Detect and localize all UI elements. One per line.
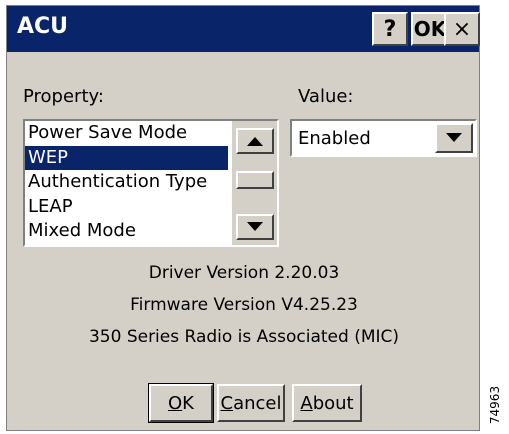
ok-button[interactable]: OK bbox=[148, 383, 214, 423]
cancel-label-rest: ancel bbox=[233, 392, 282, 414]
ok-label-rest: K bbox=[182, 392, 194, 414]
scroll-up-button[interactable] bbox=[236, 128, 274, 154]
list-item-wep[interactable]: WEP bbox=[25, 145, 228, 170]
value-dropdown[interactable]: Enabled bbox=[290, 119, 477, 157]
list-item-authentication-type[interactable]: Authentication Type bbox=[25, 170, 230, 195]
about-mnemonic: A bbox=[300, 392, 313, 414]
property-list: Power Save Mode WEP Authentication Type … bbox=[25, 121, 230, 245]
scroll-thumb[interactable] bbox=[236, 171, 274, 189]
cancel-button[interactable]: Cancel bbox=[217, 384, 285, 422]
about-button[interactable]: About bbox=[292, 384, 362, 422]
triangle-down-icon bbox=[247, 222, 263, 231]
dropdown-button[interactable] bbox=[435, 123, 473, 153]
help-button[interactable]: ? bbox=[372, 12, 408, 46]
figure-id: 74963 bbox=[485, 380, 505, 430]
property-listbox[interactable]: Power Save Mode WEP Authentication Type … bbox=[23, 119, 279, 247]
value-label: Value: bbox=[298, 86, 354, 107]
list-item-power-save-mode[interactable]: Power Save Mode bbox=[25, 121, 230, 146]
driver-version: Driver Version 2.20.03 bbox=[148, 263, 340, 283]
association-status: 350 Series Radio is Associated (MIC) bbox=[88, 327, 400, 347]
chevron-down-icon bbox=[446, 133, 462, 142]
value-selected: Enabled bbox=[298, 128, 371, 149]
close-button[interactable]: × bbox=[444, 12, 480, 46]
list-item-mixed-mode[interactable]: Mixed Mode bbox=[25, 219, 230, 244]
title-bar: ACU ? OK × bbox=[7, 6, 480, 52]
triangle-up-icon bbox=[247, 137, 263, 146]
property-label: Property: bbox=[23, 86, 104, 107]
property-scrollbar[interactable] bbox=[232, 121, 277, 245]
figure-id-text: 74963 bbox=[488, 385, 502, 425]
firmware-version: Firmware Version V4.25.23 bbox=[130, 295, 358, 315]
about-label-rest: bout bbox=[312, 392, 354, 414]
scroll-down-button[interactable] bbox=[236, 214, 274, 240]
window-title: ACU bbox=[17, 14, 69, 39]
acu-dialog: ACU ? OK × Property: Value: Power Save M… bbox=[6, 5, 480, 431]
ok-mnemonic: O bbox=[168, 392, 183, 414]
cancel-mnemonic: C bbox=[220, 392, 234, 414]
list-item-leap[interactable]: LEAP bbox=[25, 195, 230, 220]
